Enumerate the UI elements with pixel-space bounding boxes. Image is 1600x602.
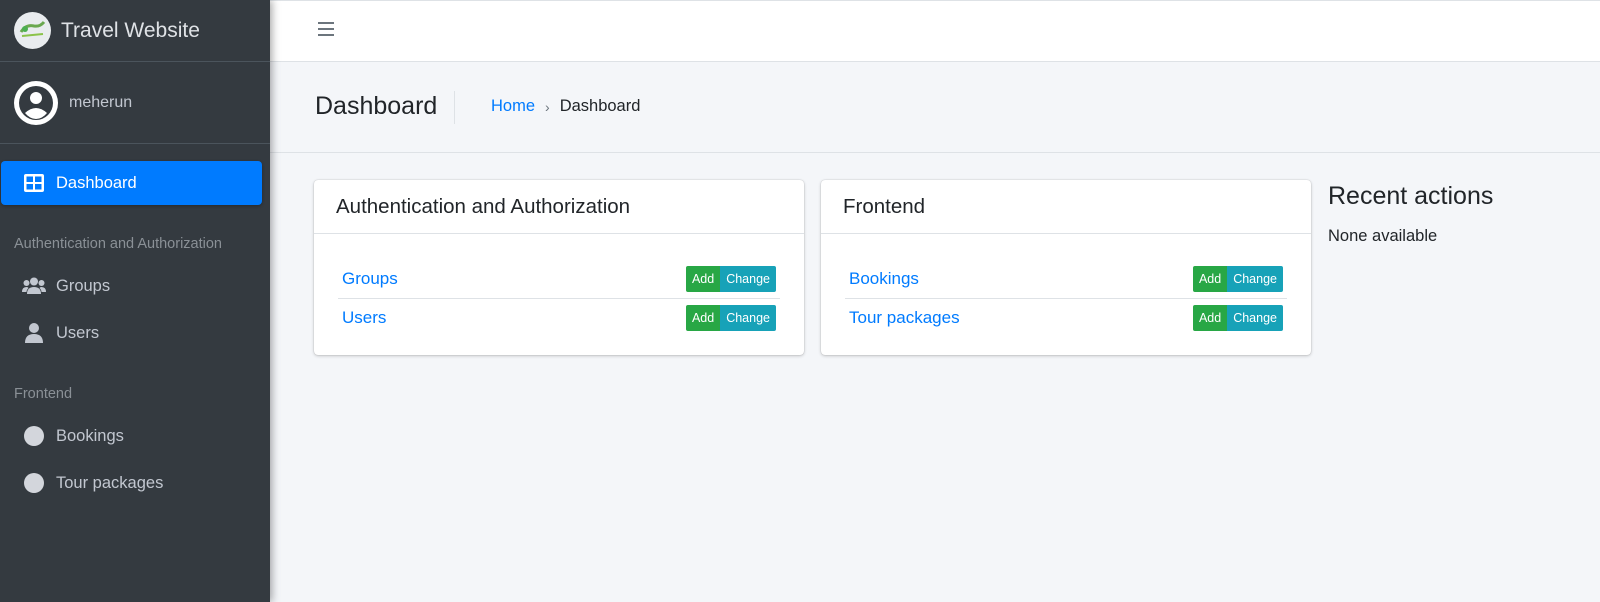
- card-title: Authentication and Authorization: [314, 180, 804, 234]
- hamburger-menu-icon[interactable]: [318, 22, 334, 38]
- recent-actions-panel: Recent actions None available: [1328, 182, 1493, 246]
- user-icon: [22, 321, 46, 345]
- sidebar-item-groups[interactable]: Groups: [0, 264, 270, 308]
- user-name: meherun: [69, 93, 133, 111]
- change-button[interactable]: Change: [1227, 266, 1283, 292]
- title-divider: [454, 91, 455, 124]
- circle-icon: [22, 424, 46, 448]
- breadcrumb-home-link[interactable]: Home: [491, 97, 535, 116]
- add-button[interactable]: Add: [685, 266, 721, 292]
- app-card-auth: Authentication and Authorization Groups …: [314, 180, 804, 355]
- breadcrumb-current: Dashboard: [559, 97, 641, 115]
- users-group-icon: [22, 274, 46, 298]
- add-button[interactable]: Add: [685, 304, 721, 331]
- recent-actions-empty: None available: [1328, 227, 1438, 245]
- model-row: Users Add Change: [338, 298, 780, 336]
- sidebar-item-label: Bookings: [56, 426, 124, 445]
- sidebar-item-bookings[interactable]: Bookings: [0, 414, 270, 458]
- breadcrumb-separator: ›: [545, 98, 550, 115]
- sidebar-item-users[interactable]: Users: [0, 311, 270, 355]
- sidebar: Travel Website meherun Dashboard Authent…: [0, 0, 270, 602]
- change-button[interactable]: Change: [720, 304, 776, 331]
- sidebar-item-label: Groups: [56, 276, 111, 295]
- brand-name: Travel Website: [61, 18, 200, 42]
- model-row: Groups Add Change: [338, 260, 780, 298]
- user-panel[interactable]: meherun: [0, 62, 270, 144]
- sidebar-item-tour-packages[interactable]: Tour packages: [0, 461, 270, 505]
- content-header: Dashboard Home › Dashboard: [270, 62, 1600, 153]
- brand-link[interactable]: Travel Website: [0, 0, 270, 62]
- top-navbar: [270, 0, 1600, 62]
- model-row: Tour packages Add Change: [845, 298, 1287, 336]
- model-row: Bookings Add Change: [845, 260, 1287, 298]
- app-card-frontend: Frontend Bookings Add Change Tour packag…: [821, 180, 1311, 355]
- user-avatar-icon: [14, 80, 58, 125]
- circle-icon: [22, 471, 46, 495]
- sidebar-item-dashboard[interactable]: Dashboard: [1, 161, 262, 205]
- change-button[interactable]: Change: [1227, 304, 1283, 331]
- model-link-tour-packages[interactable]: Tour packages: [849, 308, 960, 328]
- sidebar-item-label: Tour packages: [56, 473, 164, 492]
- recent-actions-title: Recent actions: [1328, 182, 1494, 210]
- model-link-bookings[interactable]: Bookings: [849, 269, 919, 289]
- change-button[interactable]: Change: [720, 266, 776, 292]
- travel-logo-icon: [14, 12, 51, 49]
- sidebar-nav: Dashboard Authentication and Authorizati…: [0, 144, 270, 505]
- card-title: Frontend: [821, 180, 1311, 234]
- sidebar-item-label: Dashboard: [56, 173, 137, 192]
- breadcrumb: Home › Dashboard: [491, 97, 640, 116]
- model-link-users[interactable]: Users: [342, 308, 386, 328]
- page-title: Dashboard: [315, 92, 438, 120]
- sidebar-section-header: Authentication and Authorization: [14, 236, 222, 252]
- add-button[interactable]: Add: [1192, 266, 1228, 292]
- sidebar-section-header: Frontend: [14, 386, 73, 402]
- model-link-groups[interactable]: Groups: [342, 269, 398, 289]
- add-button[interactable]: Add: [1192, 304, 1228, 331]
- dashboard-icon: [22, 171, 46, 195]
- sidebar-item-label: Users: [56, 323, 100, 342]
